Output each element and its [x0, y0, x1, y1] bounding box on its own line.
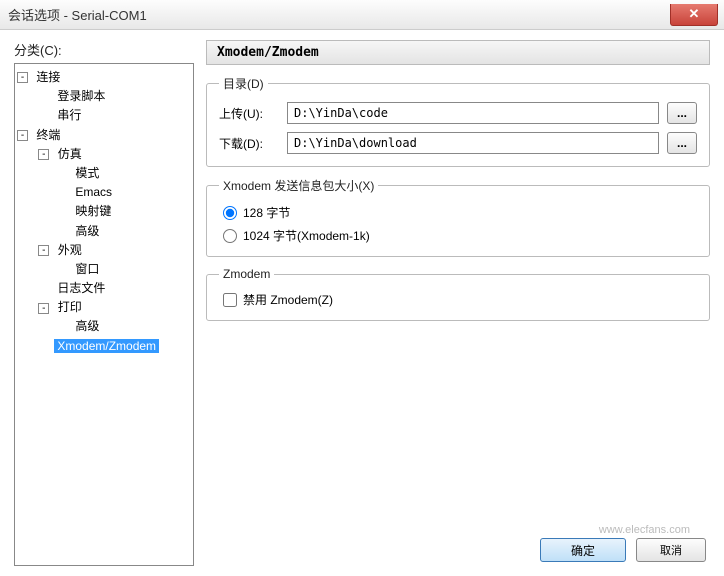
- cancel-button[interactable]: 取消: [636, 538, 706, 562]
- ellipsis-icon: ...: [677, 136, 687, 150]
- tree-label-selected[interactable]: Xmodem/Zmodem: [54, 339, 159, 353]
- window-title: 会话选项 - Serial-COM1: [8, 5, 147, 24]
- radio-128[interactable]: [223, 206, 237, 220]
- expand-icon[interactable]: -: [17, 72, 28, 83]
- panel-title: Xmodem/Zmodem: [206, 40, 710, 65]
- tree-node-emulation[interactable]: - 仿真: [17, 145, 191, 164]
- radio-1024-label: 1024 字节(Xmodem-1k): [243, 227, 370, 244]
- tree-node-print[interactable]: - 打印: [17, 298, 191, 317]
- expand-icon[interactable]: -: [38, 303, 49, 314]
- radio-1024[interactable]: [223, 229, 237, 243]
- upload-input[interactable]: [287, 102, 659, 124]
- disable-zmodem-row[interactable]: 禁用 Zmodem(Z): [219, 291, 697, 308]
- disable-zmodem-label: 禁用 Zmodem(Z): [243, 291, 333, 308]
- category-label: 分类(C):: [14, 40, 194, 59]
- tree-node-advanced-emu[interactable]: 高级: [17, 222, 191, 241]
- tree-label[interactable]: 高级: [72, 224, 102, 238]
- tree-label[interactable]: 终端: [33, 128, 63, 142]
- upload-row: 上传(U): ...: [219, 102, 697, 124]
- expand-icon[interactable]: -: [38, 245, 49, 256]
- expand-icon[interactable]: -: [38, 149, 49, 160]
- tree-node-appearance[interactable]: - 外观: [17, 241, 191, 260]
- tree-label[interactable]: Emacs: [72, 185, 115, 199]
- download-input[interactable]: [287, 132, 659, 154]
- radio-128-label: 128 字节: [243, 204, 290, 221]
- zmodem-legend: Zmodem: [219, 267, 274, 281]
- tree-node-login-script[interactable]: 登录脚本: [17, 87, 191, 106]
- bottom-bar: 确定 取消: [540, 538, 706, 562]
- download-label: 下载(D):: [219, 135, 279, 152]
- expand-icon[interactable]: -: [17, 130, 28, 141]
- right-panel: Xmodem/Zmodem 目录(D) 上传(U): ... 下载(D): ..…: [206, 40, 710, 566]
- tree-label[interactable]: 日志文件: [54, 281, 108, 295]
- tree-label[interactable]: 外观: [55, 243, 85, 257]
- ok-button[interactable]: 确定: [540, 538, 626, 562]
- tree-label[interactable]: 高级: [72, 319, 102, 333]
- tree-node-connection[interactable]: - 连接: [17, 68, 191, 87]
- tree-label[interactable]: 仿真: [55, 147, 85, 161]
- directory-legend: 目录(D): [219, 75, 268, 92]
- browse-download-button[interactable]: ...: [667, 132, 697, 154]
- watermark-text: www.elecfans.com: [599, 524, 690, 536]
- tree-node-advanced-print[interactable]: 高级: [17, 317, 191, 336]
- radio-128-row[interactable]: 128 字节: [219, 204, 697, 221]
- tree-node-mode[interactable]: 模式: [17, 164, 191, 183]
- radio-1024-row[interactable]: 1024 字节(Xmodem-1k): [219, 227, 697, 244]
- tree-label[interactable]: 串行: [54, 108, 84, 122]
- download-row: 下载(D): ...: [219, 132, 697, 154]
- tree-node-mapkeys[interactable]: 映射键: [17, 202, 191, 221]
- tree-label[interactable]: 打印: [55, 300, 85, 314]
- tree-node-emacs[interactable]: Emacs: [17, 183, 191, 202]
- tree-label[interactable]: 模式: [72, 166, 102, 180]
- tree-label[interactable]: 映射键: [72, 204, 114, 218]
- tree-label[interactable]: 连接: [33, 70, 63, 84]
- left-panel: 分类(C): - 连接 登录脚本 串行 - 终端 - 仿真: [14, 40, 194, 566]
- tree-label[interactable]: 登录脚本: [54, 89, 108, 103]
- upload-label: 上传(U):: [219, 105, 279, 122]
- content-area: 分类(C): - 连接 登录脚本 串行 - 终端 - 仿真: [0, 30, 724, 576]
- browse-upload-button[interactable]: ...: [667, 102, 697, 124]
- titlebar: 会话选项 - Serial-COM1 ✕: [0, 0, 724, 30]
- close-button[interactable]: ✕: [670, 4, 718, 26]
- xmodem-fieldset: Xmodem 发送信息包大小(X) 128 字节 1024 字节(Xmodem-…: [206, 177, 710, 257]
- tree-node-serial[interactable]: 串行: [17, 106, 191, 125]
- tree-node-window[interactable]: 窗口: [17, 260, 191, 279]
- xmodem-legend: Xmodem 发送信息包大小(X): [219, 177, 378, 194]
- disable-zmodem-checkbox[interactable]: [223, 293, 237, 307]
- directory-fieldset: 目录(D) 上传(U): ... 下载(D): ...: [206, 75, 710, 167]
- tree-node-terminal[interactable]: - 终端: [17, 126, 191, 145]
- tree-node-logfile[interactable]: 日志文件: [17, 279, 191, 298]
- ellipsis-icon: ...: [677, 106, 687, 120]
- tree-label[interactable]: 窗口: [72, 262, 102, 276]
- zmodem-fieldset: Zmodem 禁用 Zmodem(Z): [206, 267, 710, 321]
- close-icon: ✕: [689, 6, 700, 22]
- category-tree[interactable]: - 连接 登录脚本 串行 - 终端 - 仿真 模式: [14, 63, 194, 566]
- tree-node-xmodem-zmodem[interactable]: Xmodem/Zmodem: [17, 337, 191, 356]
